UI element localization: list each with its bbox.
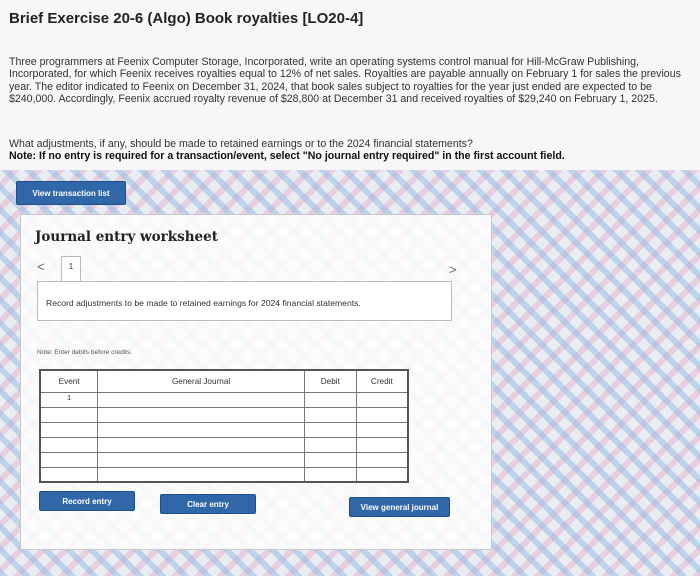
view-transaction-list-button[interactable]: View transaction list [16, 181, 126, 205]
table-row [39, 466, 409, 483]
account-cell[interactable] [97, 391, 305, 408]
chevron-right-icon[interactable]: > [449, 262, 457, 277]
column-header-general-journal: General Journal [97, 369, 305, 393]
event-cell [39, 421, 99, 438]
journal-header-row: Event General Journal Debit Credit [39, 369, 409, 393]
credit-cell[interactable] [355, 451, 409, 468]
instruction-text: Record adjustments to be made to retaine… [46, 298, 361, 308]
record-entry-button[interactable]: Record entry [39, 491, 135, 511]
entry-note: Note: If no entry is required for a tran… [9, 150, 565, 163]
credit-cell[interactable] [355, 421, 409, 438]
column-header-debit: Debit [303, 369, 357, 393]
debit-cell[interactable] [303, 421, 357, 438]
clear-entry-button[interactable]: Clear entry [160, 494, 256, 514]
chevron-left-icon[interactable]: < [37, 259, 45, 274]
event-cell [39, 451, 99, 468]
table-row [39, 406, 409, 423]
account-cell[interactable] [97, 451, 305, 468]
credit-cell[interactable] [355, 391, 409, 408]
table-row [39, 436, 409, 453]
column-header-event: Event [39, 369, 99, 393]
account-cell[interactable] [97, 406, 305, 423]
view-general-journal-button[interactable]: View general journal [349, 497, 450, 517]
journal-table: Event General Journal Debit Credit 1 [39, 369, 409, 483]
debit-cell[interactable] [303, 406, 357, 423]
page-title: Brief Exercise 20-6 (Algo) Book royaltie… [9, 10, 364, 27]
question-block: What adjustments, if any, should be made… [9, 138, 689, 163]
account-cell[interactable] [97, 466, 305, 483]
table-row: 1 [39, 391, 409, 408]
debit-cell[interactable] [303, 466, 357, 483]
table-row [39, 421, 409, 438]
problem-text: Three programmers at Feenix Computer Sto… [9, 56, 681, 106]
tab-1[interactable]: 1 [61, 256, 81, 282]
event-cell [39, 466, 99, 483]
credit-cell[interactable] [355, 406, 409, 423]
credit-cell[interactable] [355, 436, 409, 453]
event-cell [39, 406, 99, 423]
table-row [39, 451, 409, 468]
account-cell[interactable] [97, 421, 305, 438]
question-text: What adjustments, if any, should be made… [9, 138, 473, 150]
debit-cell[interactable] [303, 391, 357, 408]
event-cell [39, 436, 99, 453]
account-cell[interactable] [97, 436, 305, 453]
event-cell: 1 [39, 391, 99, 408]
worksheet-title: Journal entry worksheet [35, 229, 218, 245]
credit-cell[interactable] [355, 466, 409, 483]
debit-cell[interactable] [303, 451, 357, 468]
debits-note: Note: Enter debits before credits. [37, 349, 133, 356]
column-header-credit: Credit [355, 369, 409, 393]
debit-cell[interactable] [303, 436, 357, 453]
